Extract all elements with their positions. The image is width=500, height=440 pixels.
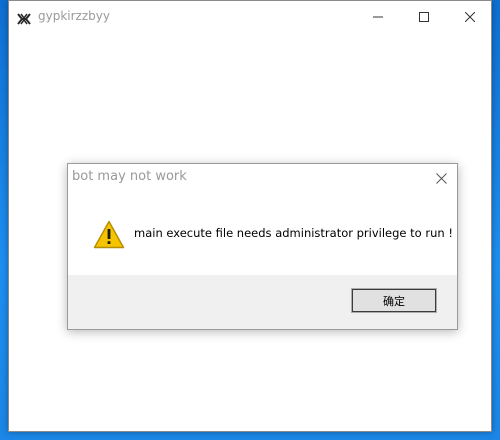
window-close-button[interactable]	[447, 1, 493, 32]
window-title: gypkirzzbyy	[38, 9, 110, 23]
warning-icon	[93, 220, 125, 249]
close-icon	[435, 169, 447, 188]
dialog-footer: 确定	[68, 275, 457, 329]
close-icon	[464, 7, 476, 26]
maximize-button[interactable]	[401, 1, 447, 32]
dialog-title: bot may not work	[72, 169, 187, 184]
ok-button[interactable]: 确定	[351, 288, 437, 313]
dialog-close-button[interactable]	[429, 166, 453, 190]
main-window: gypkirzzbyy bot may not work main execut…	[8, 0, 492, 432]
app-logo-icon	[17, 10, 31, 25]
window-titlebar[interactable]: gypkirzzbyy	[9, 1, 491, 32]
minimize-button[interactable]	[355, 1, 401, 32]
minimize-icon	[373, 7, 383, 26]
dialog-message: main execute file needs administrator pr…	[134, 226, 453, 240]
message-dialog: bot may not work main execute file needs…	[67, 163, 458, 330]
maximize-icon	[419, 7, 429, 26]
